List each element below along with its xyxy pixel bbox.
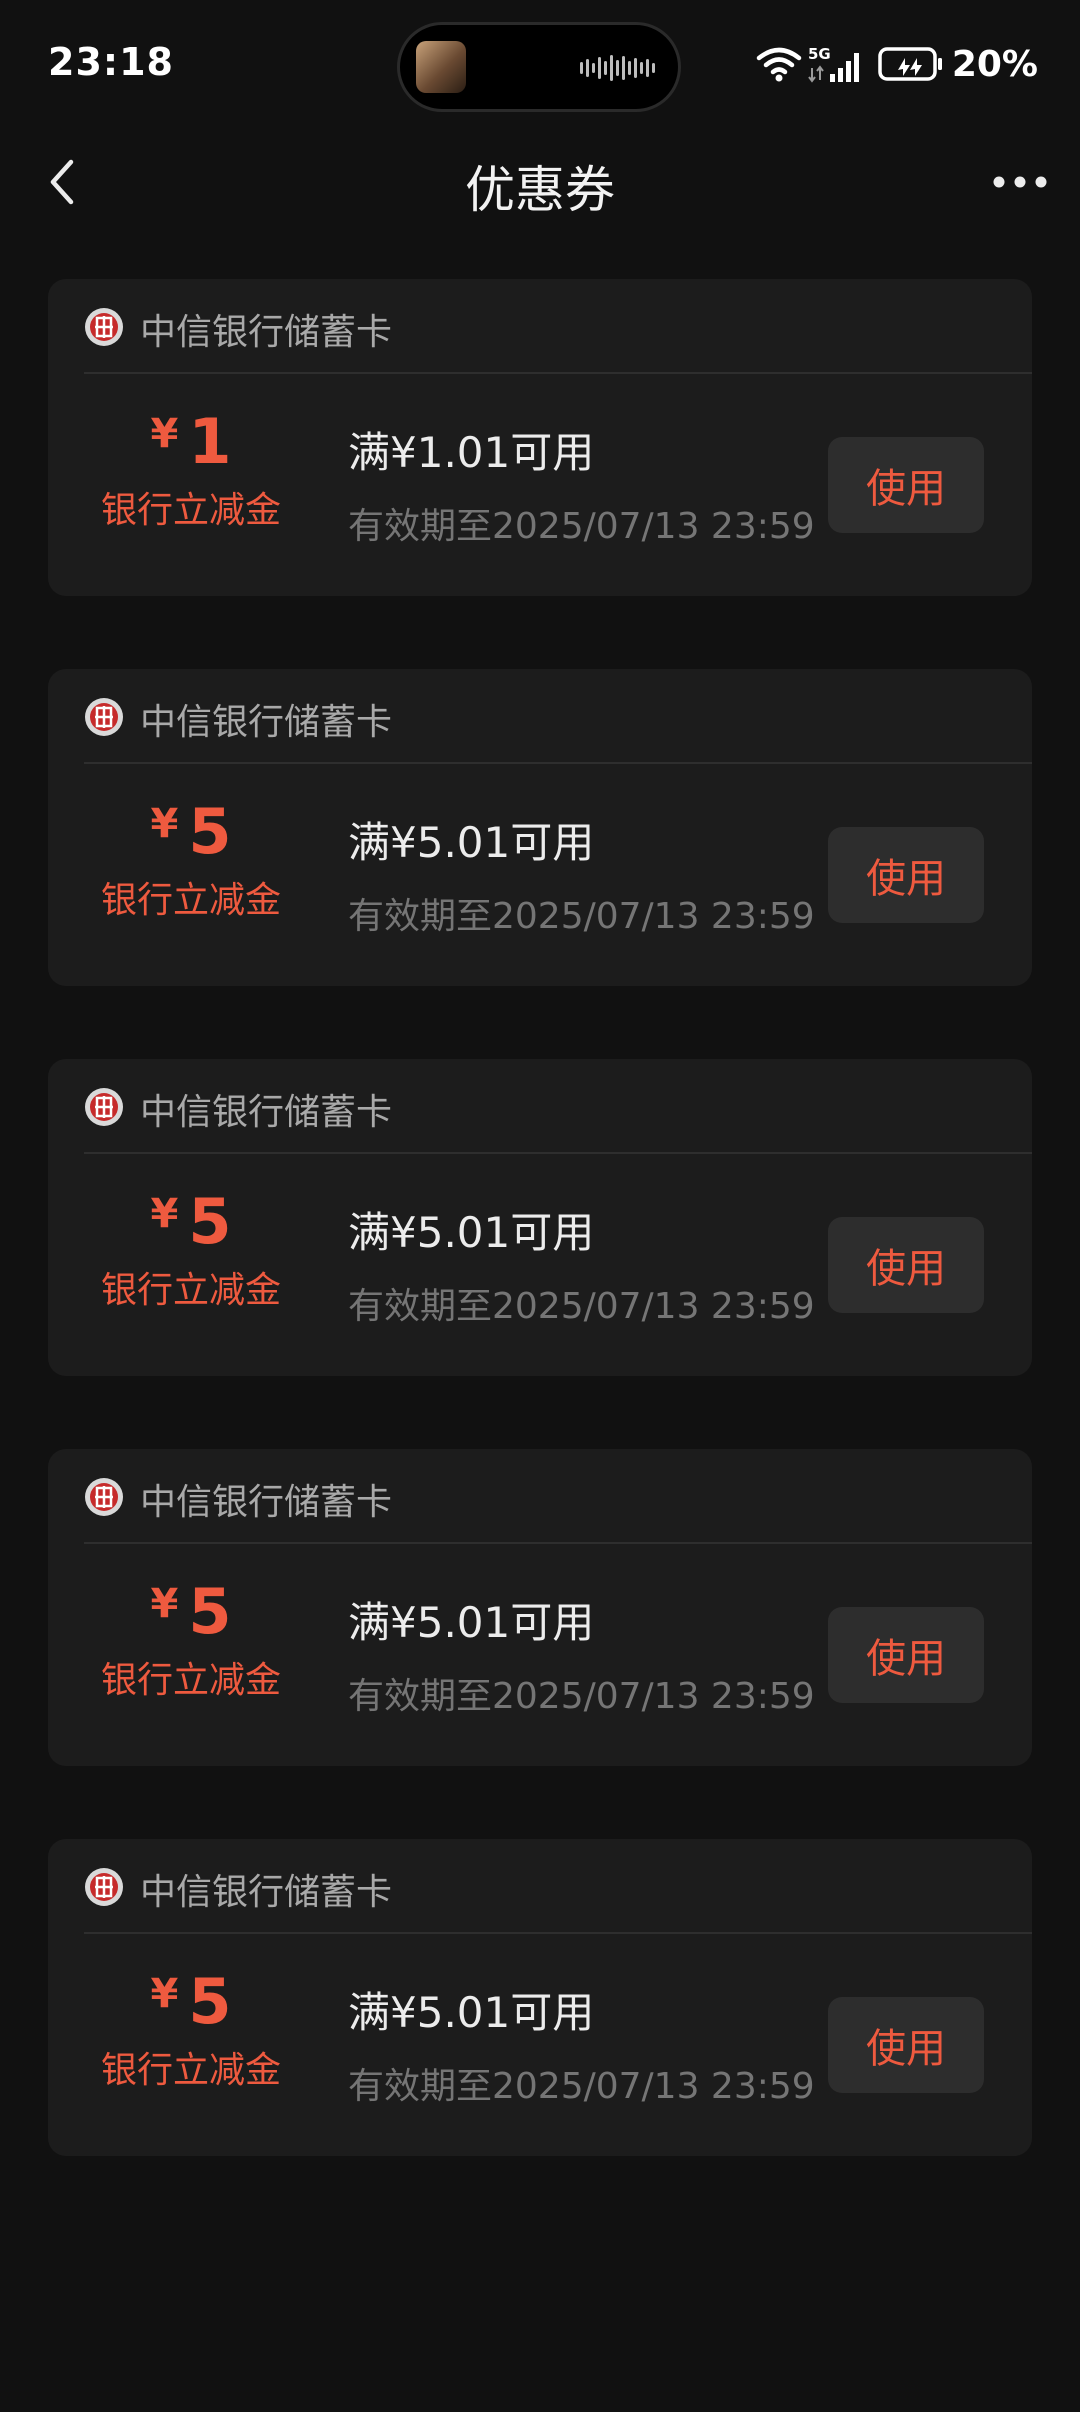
currency-symbol: ¥ (150, 1191, 179, 1237)
amount-value: 5 (188, 795, 232, 868)
status-time: 23:18 (48, 40, 174, 84)
coupon-amount: ¥5 (48, 1969, 334, 2035)
coupon-type: 银行立减金 (100, 880, 281, 921)
svg-text:5G: 5G (808, 45, 831, 63)
now-playing-album-art[interactable] (416, 41, 466, 93)
coupon-condition: 满¥5.01可用 (348, 818, 595, 867)
coupon-amount: ¥5 (48, 799, 334, 865)
coupon-validity: 有效期至2025/07/13 23:59 (348, 506, 815, 547)
amount-value: 5 (188, 1575, 232, 1648)
coupon-validity: 有效期至2025/07/13 23:59 (348, 896, 815, 937)
page-title: 优惠券 (465, 161, 615, 219)
coupon-type: 银行立减金 (100, 1660, 281, 1701)
citic-bank-logo-icon (85, 1478, 123, 1516)
bank-name: 中信银行储蓄卡 (140, 702, 393, 743)
dynamic-island[interactable] (397, 22, 681, 112)
currency-symbol: ¥ (150, 801, 179, 847)
coupon-amount-block: ¥5 银行立减金 (48, 1969, 334, 2093)
wifi-icon (756, 47, 802, 82)
coupon-amount-block: ¥5 银行立减金 (48, 1189, 334, 1313)
bank-name: 中信银行储蓄卡 (140, 1482, 393, 1523)
amount-value: 5 (188, 1185, 232, 1258)
amount-value: 1 (188, 405, 232, 478)
status-bar: 23:18 5G 20% (0, 0, 1080, 134)
coupon-amount: ¥5 (48, 1189, 334, 1255)
status-icons: 5G 20% (756, 43, 1038, 85)
coupon-condition: 满¥5.01可用 (348, 1598, 595, 1647)
use-coupon-button[interactable]: 使用 (828, 827, 984, 923)
coupon-amount: ¥5 (48, 1579, 334, 1645)
coupon-card-header: 中信银行储蓄卡 (48, 279, 1032, 372)
use-coupon-button[interactable]: 使用 (828, 437, 984, 533)
coupon-card[interactable]: 中信银行储蓄卡 ¥5 银行立减金 满¥5.01可用 有效期至2025/07/13… (48, 1449, 1032, 1766)
coupon-condition: 满¥5.01可用 (348, 1208, 595, 1257)
currency-symbol: ¥ (150, 411, 179, 457)
currency-symbol: ¥ (150, 1581, 179, 1627)
coupon-card[interactable]: 中信银行储蓄卡 ¥1 银行立减金 满¥1.01可用 有效期至2025/07/13… (48, 279, 1032, 596)
bank-name: 中信银行储蓄卡 (140, 1092, 393, 1133)
coupon-card-header: 中信银行储蓄卡 (48, 1839, 1032, 1932)
coupon-card[interactable]: 中信银行储蓄卡 ¥5 银行立减金 满¥5.01可用 有效期至2025/07/13… (48, 1059, 1032, 1376)
card-divider (84, 1152, 1032, 1154)
use-coupon-button[interactable]: 使用 (828, 1217, 984, 1313)
coupon-amount-block: ¥1 银行立减金 (48, 409, 334, 533)
card-divider (84, 1932, 1032, 1934)
coupon-amount-block: ¥5 银行立减金 (48, 1579, 334, 1703)
coupon-card-header: 中信银行储蓄卡 (48, 669, 1032, 762)
citic-bank-logo-icon (85, 308, 123, 346)
card-divider (84, 372, 1032, 374)
coupon-validity: 有效期至2025/07/13 23:59 (348, 1286, 815, 1327)
coupon-type: 银行立减金 (100, 490, 281, 531)
coupon-condition: 满¥5.01可用 (348, 1988, 595, 2037)
coupon-amount: ¥1 (48, 409, 334, 475)
coupon-type: 银行立减金 (100, 2050, 281, 2091)
use-coupon-button[interactable]: 使用 (828, 1997, 984, 2093)
citic-bank-logo-icon (85, 698, 123, 736)
coupon-condition: 满¥1.01可用 (348, 428, 595, 477)
bank-name: 中信银行储蓄卡 (140, 312, 393, 353)
use-coupon-button[interactable]: 使用 (828, 1607, 984, 1703)
cellular-5g-signal-icon: 5G (808, 45, 859, 83)
coupon-amount-block: ¥5 银行立减金 (48, 799, 334, 923)
coupon-type: 银行立减金 (100, 1270, 281, 1311)
card-divider (84, 762, 1032, 764)
more-dots-icon (993, 176, 1047, 188)
citic-bank-logo-icon (85, 1868, 123, 1906)
nav-bar: 优惠券 (0, 134, 1080, 230)
coupon-card-header: 中信银行储蓄卡 (48, 1059, 1032, 1152)
coupon-card-header: 中信银行储蓄卡 (48, 1449, 1032, 1542)
coupon-validity: 有效期至2025/07/13 23:59 (348, 1676, 815, 1717)
coupon-card[interactable]: 中信银行储蓄卡 ¥5 银行立减金 满¥5.01可用 有效期至2025/07/13… (48, 1839, 1032, 2156)
more-options-button[interactable] (984, 154, 1056, 210)
coupon-list: 中信银行储蓄卡 ¥1 银行立减金 满¥1.01可用 有效期至2025/07/13… (48, 279, 1032, 2229)
amount-value: 5 (188, 1965, 232, 2038)
currency-symbol: ¥ (150, 1971, 179, 2017)
battery-percentage: 20% (951, 43, 1038, 85)
bank-name: 中信银行储蓄卡 (140, 1872, 393, 1913)
coupon-validity: 有效期至2025/07/13 23:59 (348, 2066, 815, 2107)
coupon-card[interactable]: 中信银行储蓄卡 ¥5 银行立减金 满¥5.01可用 有效期至2025/07/13… (48, 669, 1032, 986)
audio-waveform-icon (580, 55, 655, 81)
citic-bank-logo-icon (85, 1088, 123, 1126)
card-divider (84, 1542, 1032, 1544)
battery-charging-icon (878, 47, 942, 81)
